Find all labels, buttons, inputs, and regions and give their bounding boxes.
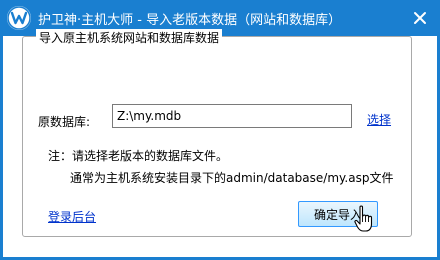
import-dialog-window: 护卫神·主机大师 - 导入老版本数据（网站和数据库） 导入原主机系统网站和数据库… — [0, 0, 440, 260]
note-line-2: 通常为主机系统安装目录下的admin/database/my.asp文件 — [70, 171, 394, 185]
database-label: 原数据库: — [38, 115, 91, 129]
shield-w-icon — [7, 6, 31, 30]
note-line-1: 注：请选择老版本的数据库文件。 — [48, 149, 229, 163]
database-path-input[interactable] — [112, 104, 352, 128]
groupbox-legend: 导入原主机系统网站和数据库数据 — [36, 29, 223, 46]
login-backend-link[interactable]: 登录后台 — [48, 208, 96, 225]
select-file-link[interactable]: 选择 — [367, 111, 391, 128]
window-title: 护卫神·主机大师 - 导入老版本数据（网站和数据库） — [38, 13, 342, 28]
close-icon[interactable] — [410, 8, 430, 28]
confirm-import-button[interactable]: 确定导入 — [298, 201, 378, 227]
